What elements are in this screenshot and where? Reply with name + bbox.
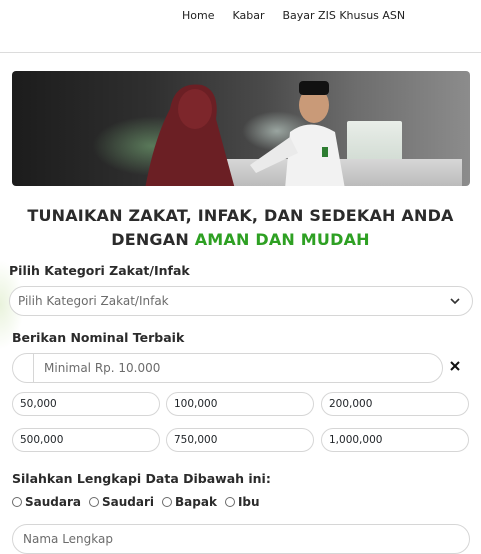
- radio-button[interactable]: [12, 497, 22, 507]
- salutation-option-saudara[interactable]: Saudara: [12, 495, 81, 509]
- hero-banner-image: [12, 71, 470, 186]
- page-heading: TUNAIKAN ZAKAT, INFAK, DAN SEDEKAH ANDA …: [0, 204, 481, 252]
- category-select[interactable]: Pilih Kategori Zakat/Infak: [9, 286, 473, 316]
- salutation-radio-group: Saudara Saudari Bapak Ibu: [12, 495, 268, 509]
- nav-home-link[interactable]: Home: [182, 9, 214, 22]
- chevron-down-icon: [450, 298, 460, 305]
- nav-links: Home Kabar Bayar ZIS Khusus ASN: [182, 9, 423, 22]
- nominal-label: Berikan Nominal Terbaik: [12, 330, 185, 345]
- nav-kabar-link[interactable]: Kabar: [232, 9, 264, 22]
- top-navbar: Home Kabar Bayar ZIS Khusus ASN: [0, 0, 481, 53]
- heading-line-2: DENGAN AMAN DAN MUDAH: [111, 230, 370, 249]
- amount-preset-button[interactable]: 500,000: [12, 428, 160, 452]
- salutation-option-saudari[interactable]: Saudari: [89, 495, 154, 509]
- heading-line-1: TUNAIKAN ZAKAT, INFAK, DAN SEDEKAH ANDA: [27, 206, 454, 225]
- salutation-option-ibu[interactable]: Ibu: [224, 495, 260, 509]
- amount-preset-button[interactable]: 1,000,000: [321, 428, 469, 452]
- officer-figure: [250, 81, 345, 186]
- amount-preset-button[interactable]: 200,000: [321, 392, 469, 416]
- amount-preset-button[interactable]: 750,000: [166, 428, 314, 452]
- close-icon[interactable]: [448, 359, 462, 373]
- nominal-input[interactable]: Minimal Rp. 10.000: [12, 353, 443, 383]
- nominal-prefix: [13, 354, 34, 382]
- full-name-input[interactable]: Nama Lengkap: [12, 524, 470, 554]
- full-name-placeholder: Nama Lengkap: [23, 532, 113, 546]
- radio-button[interactable]: [162, 497, 173, 507]
- customer-figure: [145, 84, 235, 186]
- heading-highlight: AMAN DAN MUDAH: [194, 230, 370, 249]
- radio-button[interactable]: [224, 497, 235, 507]
- radio-button[interactable]: [89, 497, 99, 507]
- amount-preset-button[interactable]: 50,000: [12, 392, 160, 416]
- salutation-option-bapak[interactable]: Bapak: [162, 495, 217, 509]
- nominal-placeholder: Minimal Rp. 10.000: [44, 361, 161, 375]
- data-form-label: Silahkan Lengkapi Data Dibawah ini:: [12, 471, 271, 486]
- category-label: Pilih Kategori Zakat/Infak: [9, 263, 190, 278]
- amount-preset-button[interactable]: 100,000: [166, 392, 314, 416]
- nav-bayar-zis-asn-link[interactable]: Bayar ZIS Khusus ASN: [283, 9, 406, 22]
- category-placeholder: Pilih Kategori Zakat/Infak: [18, 294, 169, 308]
